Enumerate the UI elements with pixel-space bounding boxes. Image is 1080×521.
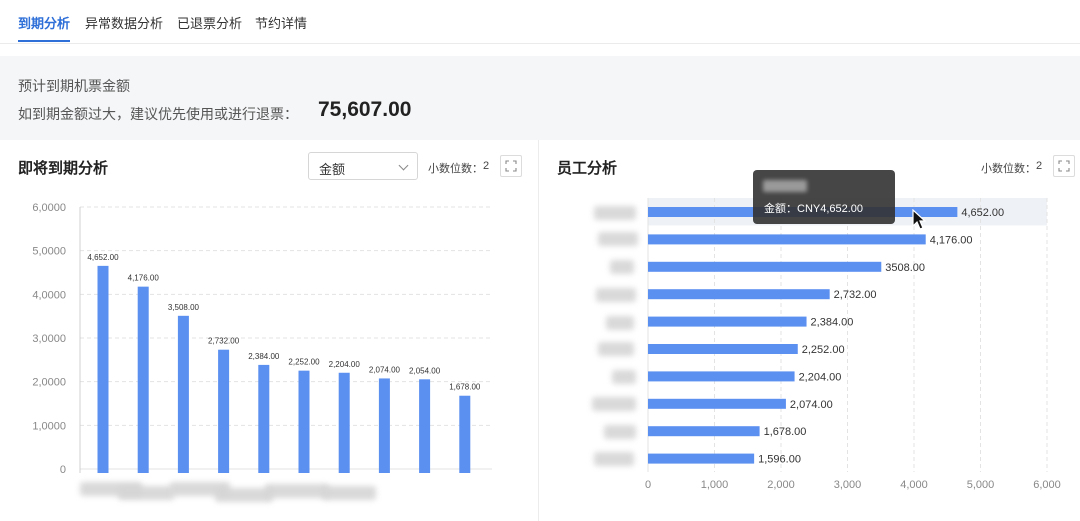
bar-value-label: 2,204.00 — [799, 371, 842, 383]
blurred-category-label — [118, 486, 174, 500]
bar-value-label: 2,074.00 — [790, 399, 833, 411]
x-tick-label: 4,000 — [900, 479, 928, 491]
bar-value-label: 1,596.00 — [758, 454, 801, 466]
x-tick-label: 5,000 — [967, 479, 995, 491]
blurred-employee-name — [594, 206, 636, 220]
blurred-employee-name — [594, 452, 634, 466]
bar — [648, 234, 926, 245]
blurred-employee-name — [598, 232, 638, 246]
bar-value-label: 1,678.00 — [764, 426, 807, 438]
x-tick-label: 3,000 — [834, 479, 862, 491]
bar — [648, 371, 795, 382]
bar — [648, 398, 786, 409]
x-tick-label: 0 — [645, 479, 651, 491]
blurred-employee-name — [596, 288, 636, 302]
blurred-employee-name — [612, 370, 636, 384]
bar-value-label: 2,732.00 — [834, 289, 877, 301]
blurred-employee-name — [606, 316, 634, 330]
bar-value-label: 2,252.00 — [802, 344, 845, 356]
bar-value-label: 2,384.00 — [811, 317, 854, 329]
bar — [648, 453, 755, 464]
tooltip-value: 金额：CNY4,652.00 — [764, 203, 864, 215]
x-tick-label: 1,000 — [701, 479, 729, 491]
chart-tooltip: 金额：CNY4,652.00 — [753, 170, 895, 224]
bar — [648, 316, 807, 327]
blurred-employee-name — [592, 397, 636, 411]
employee-bar-chart: 0 1,000 2,000 3,000 4,000 5,000 6,000 4,652.00 4… — [645, 198, 1061, 491]
x-tick-label: 2,000 — [767, 479, 795, 491]
mouse-cursor-icon — [912, 209, 927, 230]
bar-value-label: 4,652.00 — [961, 207, 1004, 219]
blurred-employee-name — [610, 260, 634, 274]
bar — [648, 261, 882, 272]
bar — [648, 289, 830, 300]
blurred-employee-name — [604, 425, 636, 439]
x-tick-label: 6,000 — [1033, 479, 1061, 491]
bar-value-label: 4,176.00 — [930, 234, 973, 246]
blurred-category-label — [322, 486, 376, 500]
bar-value-label: 3508.00 — [885, 262, 925, 274]
bar — [648, 426, 760, 437]
tooltip-blurred-name — [763, 180, 807, 192]
blurred-category-label — [265, 484, 329, 498]
bar — [648, 344, 798, 354]
blurred-employee-name — [598, 342, 634, 356]
